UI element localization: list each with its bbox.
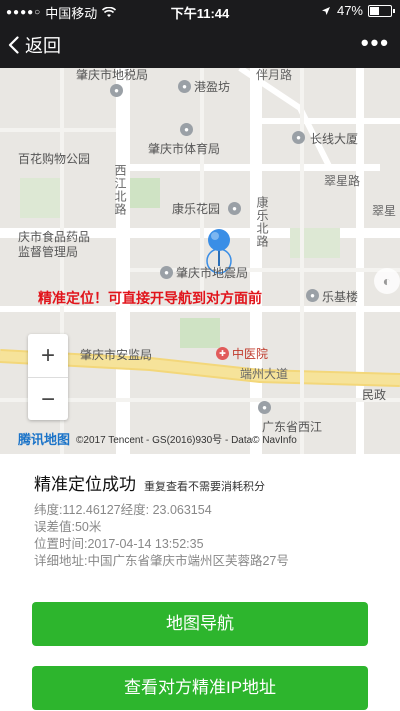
status-bar: ●●●●○ 中国移动 下午11:44 47% [0,0,400,22]
precision-banner: 精准定位！可直接开导航到对方面前 [38,290,262,306]
compass-button[interactable]: ◐ [374,268,400,294]
poi-icon: ● [292,131,305,144]
location-marker-icon[interactable] [208,229,230,251]
address-text: 详细地址:中国广东省肇庆市端州区芙蓉路27号 [34,554,289,568]
map-label: 乐基楼 [322,290,359,304]
location-info-panel: 精准定位成功 重复查看不需要消耗积分 纬度:112.46127经度: 23.06… [0,454,400,711]
map-label: 百花购物公园 [18,152,91,166]
battery-percent: 47% [336,3,363,18]
back-button[interactable]: 返回 [8,32,61,58]
tencent-map-logo: 腾讯地图 [18,432,71,447]
location-arrow-icon [321,6,330,15]
map-label: 民政 [362,388,387,402]
battery-icon [368,4,395,17]
map-label: 监督管理局 [18,245,79,259]
back-label: 返回 [25,36,61,56]
view-ip-address-button[interactable]: 查看对方精准IP地址 [32,666,368,710]
panel-title: 精准定位成功 [34,475,136,494]
more-menu-button[interactable]: ••• [361,30,390,56]
map-label: 伴月路 [256,68,293,82]
map-label: 康乐花园 [172,202,221,216]
map-label: 肇庆市安监局 [80,348,153,362]
map-navigation-button[interactable]: 地图导航 [32,602,368,646]
zoom-in-button[interactable]: + [28,334,68,377]
map-credits: 腾讯地图 ©2017 Tencent - GS(2016)930号 - Data… [18,429,297,448]
zoom-out-button[interactable]: − [28,378,68,421]
map-label: 端州大道 [240,367,289,381]
poi-icon: ● [178,80,191,93]
map-label: 长线大厦 [310,132,359,146]
error-margin-text: 误差值:50米 [34,520,102,534]
poi-icon: ● [160,266,173,279]
nav-bar: 返回 ••• [0,22,400,68]
map-label: 康乐北路 [255,196,269,248]
map-label: 肇庆市地震局 [176,266,249,280]
location-details: 纬度:112.46127经度: 23.063154 误差值:50米 位置时间:2… [34,502,289,570]
map-label: 西江北路 [113,164,127,216]
zoom-control: + − [28,334,68,420]
map-label: 中医院 [232,347,269,361]
coordinates-text: 纬度:112.46127经度: 23.063154 [34,503,212,517]
location-time-text: 位置时间:2017-04-14 13:52:35 [34,537,204,551]
poi-icon: ● [228,202,241,215]
panel-subtitle: 重复查看不需要消耗积分 [144,481,265,493]
poi-icon: ● [110,84,123,97]
poi-icon: ● [180,123,193,136]
map-label: 肇庆市体育局 [148,142,221,156]
copyright-text: ©2017 Tencent - GS(2016)930号 - Data© Nav… [76,435,297,446]
chevron-left-icon [8,36,19,54]
poi-icon: ● [258,401,271,414]
hospital-icon: ✚ [216,347,229,360]
map-view[interactable]: 肇庆市地税局 伴月路 ● ● 港盈坊 百花购物公园 ● 肇庆市体育局 ● 长线大… [0,68,400,454]
map-label: 港盈坊 [194,80,231,94]
map-label: 肇庆市地税局 [76,68,149,82]
poi-icon: ● [306,289,319,302]
map-label: 翠星 [372,204,397,218]
map-label: 翠星路 [324,174,361,188]
